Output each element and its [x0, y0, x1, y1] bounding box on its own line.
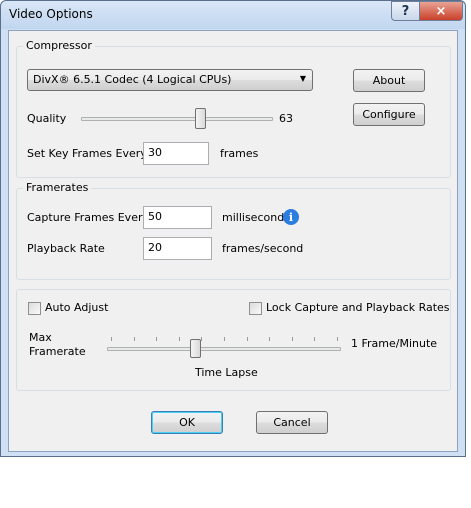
slider-tick: [133, 337, 135, 341]
chevron-down-icon: ▼: [299, 74, 306, 83]
playback-unit: frames/second: [222, 242, 304, 255]
slider-tick: [246, 337, 248, 341]
cancel-button[interactable]: Cancel: [256, 411, 328, 434]
configure-button[interactable]: Configure: [353, 103, 425, 126]
max-framerate-label-line1: Max: [29, 331, 52, 344]
window-title: Video Options: [9, 7, 93, 21]
compressor-group-label: Compressor: [23, 39, 95, 52]
slider-tick: [314, 337, 316, 341]
auto-adjust-label[interactable]: Auto Adjust: [45, 301, 108, 314]
ok-button[interactable]: OK: [151, 411, 223, 434]
timelapse-slider-thumb[interactable]: [189, 339, 201, 358]
slider-tick: [111, 337, 112, 341]
slider-tick: [178, 337, 180, 341]
close-button[interactable]: ×: [419, 1, 463, 21]
slider-tick: [269, 337, 271, 341]
info-icon[interactable]: i: [283, 209, 299, 225]
auto-adjust-checkbox[interactable]: [28, 302, 41, 315]
video-options-dialog: Video Options ? × Compressor DivX® 6.5.1…: [0, 0, 466, 457]
dialog-body: Compressor DivX® 6.5.1 Codec (4 Logical …: [8, 30, 458, 452]
compressor-group: Compressor DivX® 6.5.1 Codec (4 Logical …: [16, 39, 451, 178]
quality-label: Quality: [27, 112, 67, 125]
slider-tick: [201, 337, 203, 341]
max-framerate-label-line2: Framerate: [29, 345, 86, 358]
capture-unit: milliseconds: [222, 211, 290, 224]
timelapse-group: Auto Adjust Lock Capture and Playback Ra…: [16, 289, 451, 391]
about-button[interactable]: About: [353, 69, 425, 92]
playback-input[interactable]: 20: [143, 237, 212, 260]
title-bar[interactable]: Video Options ? ×: [1, 1, 465, 29]
keyframes-unit: frames: [220, 147, 259, 160]
framerates-group: Framerates Capture Frames Every 50 milli…: [16, 181, 451, 280]
codec-select-value: DivX® 6.5.1 Codec (4 Logical CPUs): [33, 73, 232, 86]
codec-select[interactable]: DivX® 6.5.1 Codec (4 Logical CPUs) ▼: [27, 69, 313, 91]
timelapse-caption: Time Lapse: [195, 366, 258, 379]
capture-label: Capture Frames Every: [27, 211, 149, 224]
slider-tick: [337, 337, 338, 341]
lock-rates-checkbox[interactable]: [249, 302, 262, 315]
slider-tick: [156, 337, 158, 341]
lock-rates-label[interactable]: Lock Capture and Playback Rates: [266, 301, 450, 314]
slider-tick: [291, 337, 293, 341]
playback-label: Playback Rate: [27, 242, 105, 255]
quality-value: 63: [279, 112, 293, 125]
capture-input[interactable]: 50: [143, 206, 212, 229]
quality-slider-track[interactable]: [81, 117, 273, 121]
slider-tick: [224, 337, 225, 341]
keyframes-label: Set Key Frames Every: [27, 147, 147, 160]
help-button[interactable]: ?: [391, 1, 420, 21]
timelapse-rate-value: 1 Frame/Minute: [351, 337, 438, 350]
quality-slider-thumb[interactable]: [195, 108, 207, 129]
framerates-group-label: Framerates: [23, 181, 92, 194]
timelapse-slider-track[interactable]: [107, 347, 341, 351]
keyframes-input[interactable]: 30: [143, 142, 209, 165]
